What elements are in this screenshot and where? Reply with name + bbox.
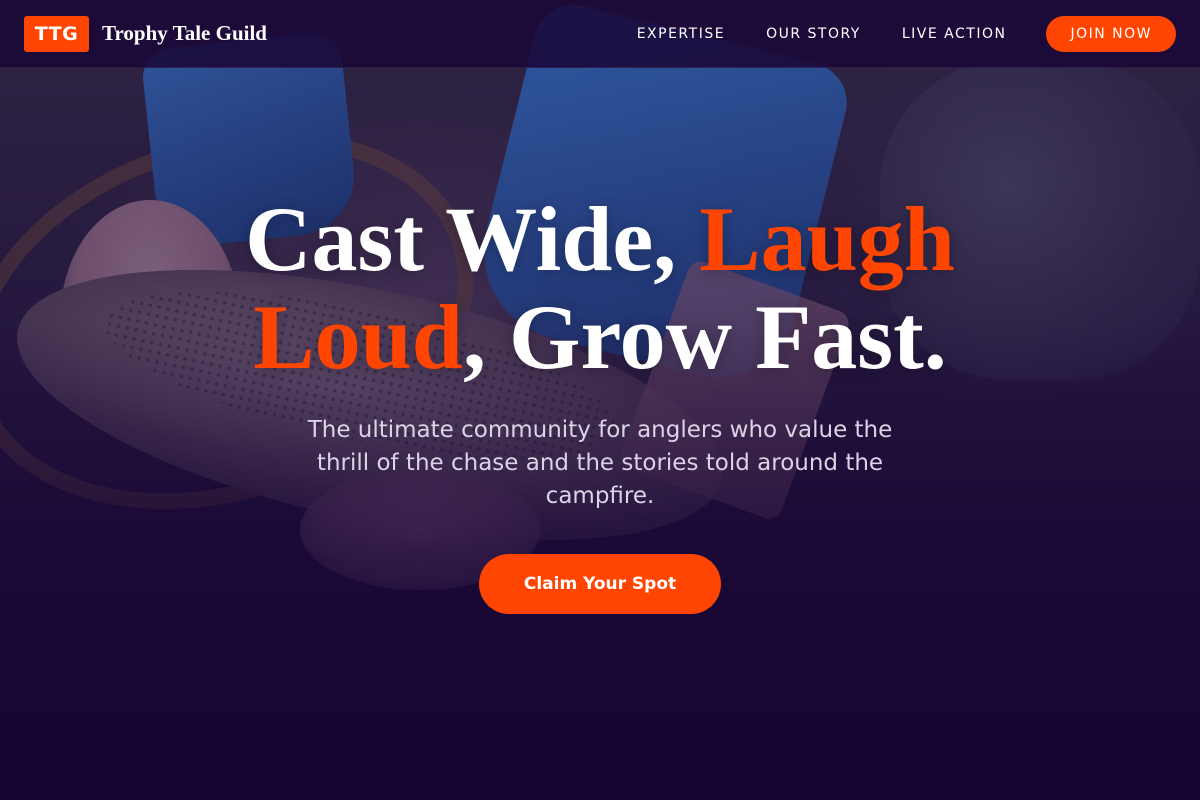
hero-heading-part1: Cast Wide,	[245, 188, 700, 290]
nav-link-expertise[interactable]: EXPERTISE	[637, 26, 725, 42]
hero-section: Cast Wide, Laugh Loud, Grow Fast. The ul…	[0, 190, 1200, 614]
brand-name: Trophy Tale Guild	[102, 21, 267, 45]
hero-heading: Cast Wide, Laugh Loud, Grow Fast.	[200, 190, 1000, 386]
brand-link[interactable]: TTG Trophy Tale Guild	[24, 15, 267, 52]
nav-link-live-action[interactable]: LIVE ACTION	[902, 26, 1007, 42]
claim-your-spot-button[interactable]: Claim Your Spot	[479, 554, 721, 614]
hero-subtext: The ultimate community for anglers who v…	[307, 417, 893, 509]
logo-badge: TTG	[24, 15, 89, 52]
nav-links: EXPERTISE OUR STORY LIVE ACTION JOIN NOW	[637, 15, 1176, 52]
hero-heading-part2: , Grow Fast.	[462, 286, 947, 388]
top-navbar: TTG Trophy Tale Guild EXPERTISE OUR STOR…	[0, 0, 1200, 68]
join-now-button[interactable]: JOIN NOW	[1046, 15, 1176, 52]
nav-link-our-story[interactable]: OUR STORY	[766, 26, 861, 42]
